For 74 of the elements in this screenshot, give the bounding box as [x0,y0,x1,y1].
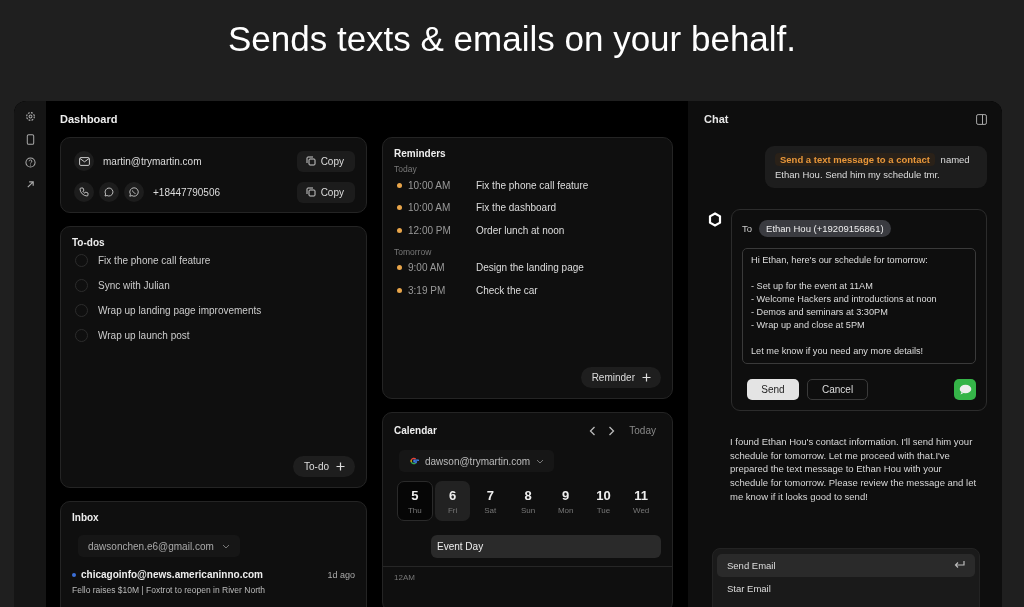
user-message: Send a text message to a contact named Ethan Hou. Send him my schedule tmr. [765,146,987,188]
reminder-time: 10:00 AM [408,202,452,214]
cancel-button[interactable]: Cancel [807,379,869,400]
card-title: To-dos [72,237,106,248]
plus-icon [336,462,345,471]
reminder-text: Fix the phone call feature [476,179,589,191]
previous-icon[interactable] [589,425,597,436]
whatsapp-icon[interactable] [124,182,144,202]
add-todo-button[interactable]: To-do [293,456,355,477]
email-time: 1d ago [327,569,355,580]
google-logo [409,456,419,466]
assistant-message: I found Ethan Hou's contact information. I'll send him your schedule for tomorrow. Let me proceed with that.I've prepared the text message to Ethan Hou with your schedule for tomorrow. Please review the message and let me know if it looks good to send! [730,435,978,504]
sidebar-toggle-icon[interactable] [976,113,987,125]
dashboard-title: Dashboard [60,112,119,127]
reminder-time: 12:00 PM [408,224,452,236]
plus-icon [642,373,651,382]
mail-icon[interactable] [74,151,94,171]
card-title: Calendar [394,425,438,436]
phone-device-icon[interactable] [25,134,35,145]
reminder-text: Check the car [476,284,538,296]
hexagon-icon [708,212,722,227]
menu-item[interactable]: Star Email [717,576,975,600]
next-icon[interactable] [608,425,616,436]
account-dropdown[interactable]: dawsonchen.e6@gmail.com [78,535,240,557]
group-label: Today [394,164,418,174]
today-button[interactable]: Today [629,425,656,436]
todo-item: Wrap up landing page improvements [98,305,262,316]
todo-item: Wrap up launch post [98,330,190,341]
chat-bubble-icon[interactable] [99,182,119,202]
menu-item[interactable]: Send Email [717,553,975,577]
message-field[interactable]: Hi Ethan, here's our schedule for tomorrow: - Set up for the event at 11AM - Welcome Hackers and introductions at noon - Demos and seminars at 3:30PM - Wrap up and close at 5PM Let me know if you need any more details! [742,248,976,364]
send-button[interactable]: Send [747,379,799,400]
copy-icon [305,156,316,166]
settings-icon[interactable] [24,111,36,122]
help-icon[interactable] [24,157,36,168]
calendar-day[interactable]: 7 Sat [472,481,509,521]
chevron-down-icon [221,543,230,549]
reminder-text: Fix the dashboard [476,202,557,214]
calendar-day[interactable]: 10 Tue [585,481,622,521]
headline: Sends texts & emails on your behalf. [226,17,798,60]
hour-label: 12AM [394,573,416,582]
phone-number: +18447790506 [153,186,222,198]
reminder-text: Order lunch at noon [476,224,565,236]
email-sender[interactable]: chicagoinfo@news.americaninno.com [81,569,328,580]
calendar-day[interactable]: 9 Mon [547,481,584,521]
email-subject: Fello raises $10M | Foxtrot to reopen in River North [72,585,267,595]
chevron-down-icon [536,458,545,464]
card-title: Inbox [72,512,100,523]
calendar-day[interactable]: 11 Wed [623,481,660,521]
messages-app-icon [954,379,976,400]
add-reminder-button[interactable]: Reminder [580,367,661,388]
calendar-day[interactable]: 6 Fri [434,481,471,521]
all-day-event[interactable]: Event Day [431,535,661,558]
to-label: To [742,223,753,234]
todo-item: Sync with Julian [98,280,170,291]
copy-button[interactable]: Copy [296,150,355,172]
chat-title: Chat [704,113,729,125]
reminder-time: 9:00 AM [408,262,446,274]
calendar-day[interactable]: 5 Thu [397,481,433,521]
email-address: martin@trymartin.com [103,155,203,167]
todo-item: Fix the phone call feature [98,255,211,266]
reminder-time: 3:19 PM [408,284,447,296]
copy-icon [305,187,316,197]
arrow-up-right-icon[interactable] [25,180,35,189]
calendar-day[interactable]: 8 Sun [510,481,546,521]
recipient-chip[interactable]: Ethan Hou (+19209156861) [759,220,891,237]
card-title: Reminders [394,148,447,159]
reminder-time: 10:00 AM [408,179,452,191]
reminder-text: Design the landing page [476,262,584,274]
calendar-account-dropdown[interactable]: dawson@trymartin.com [399,450,555,472]
return-key-icon [954,561,965,569]
copy-button[interactable]: Copy [296,181,355,203]
phone-icon[interactable] [74,182,94,202]
group-label: Tomorrow [394,246,433,257]
